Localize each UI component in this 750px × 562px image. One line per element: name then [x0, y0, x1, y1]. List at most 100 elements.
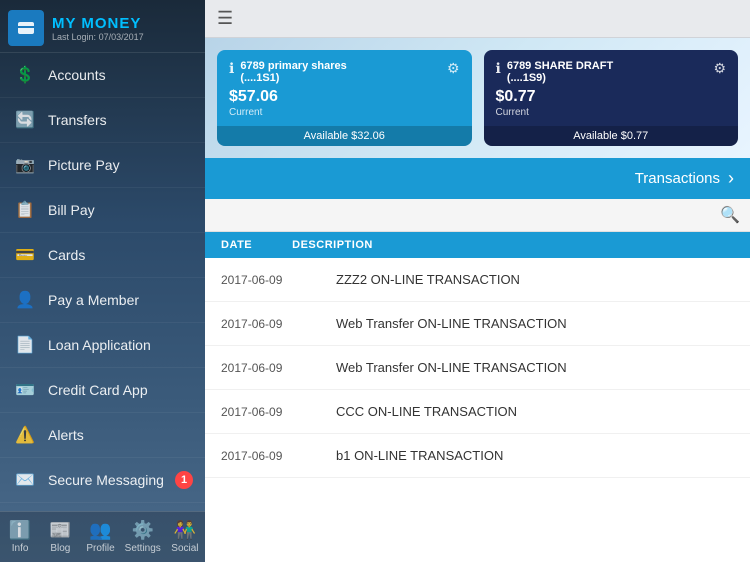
nav-icon-credit-card-app: 🪪 [12, 377, 38, 403]
sidebar-item-statements[interactable]: 📒 Statements [0, 503, 205, 511]
tx-date-2: 2017-06-09 [221, 361, 296, 375]
bottom-icon-profile: 👥 [89, 520, 111, 541]
search-bar: 🔍 [205, 199, 750, 232]
sidebar: MY MONEY Last Login: 07/03/2017 💲 Accoun… [0, 0, 205, 562]
col-date: DATE [221, 239, 252, 251]
bottom-item-blog[interactable]: 📰 Blog [40, 512, 80, 562]
nav-icon-transfers: 🔄 [12, 107, 38, 133]
draft-account-num: 6789 SHARE DRAFT [507, 60, 714, 72]
table-row: 2017-06-09 CCC ON-LINE TRANSACTION [205, 390, 750, 434]
nav-label-secure-messaging: Secure Messaging [48, 472, 175, 488]
transactions-label: Transactions [635, 170, 720, 187]
draft-account-suffix: (....1S9) [507, 72, 714, 84]
bottom-label-settings: Settings [125, 543, 161, 554]
bottom-icon-social: 👫 [174, 520, 196, 541]
primary-amount: $57.06 [229, 88, 460, 106]
search-icon[interactable]: 🔍 [720, 205, 740, 225]
tx-date-0: 2017-06-09 [221, 273, 296, 287]
sidebar-item-transfers[interactable]: 🔄 Transfers [0, 98, 205, 143]
info-icon-draft: ℹ [496, 60, 501, 77]
sidebar-item-cards[interactable]: 💳 Cards [0, 233, 205, 278]
last-login: Last Login: 07/03/2017 [52, 32, 144, 42]
sidebar-nav: 💲 Accounts 🔄 Transfers 📷 Picture Pay 📋 B… [0, 53, 205, 511]
table-row: 2017-06-09 b1 ON-LINE TRANSACTION [205, 434, 750, 478]
table-row: 2017-06-09 ZZZ2 ON-LINE TRANSACTION [205, 258, 750, 302]
nav-label-picture-pay: Picture Pay [48, 157, 193, 173]
hamburger-icon[interactable]: ☰ [217, 8, 233, 29]
tx-desc-1: Web Transfer ON-LINE TRANSACTION [336, 316, 734, 331]
draft-status: Current [496, 107, 727, 118]
primary-account-suffix: (....1S1) [240, 72, 447, 84]
sidebar-item-pay-member[interactable]: 👤 Pay a Member [0, 278, 205, 323]
nav-icon-pay-member: 👤 [12, 287, 38, 313]
sidebar-bottom: ℹ️ Info 📰 Blog 👥 Profile ⚙️ Settings 👫 S… [0, 511, 205, 562]
app-title-block: MY MONEY Last Login: 07/03/2017 [52, 15, 144, 42]
bottom-item-settings[interactable]: ⚙️ Settings [121, 512, 165, 562]
primary-account-card[interactable]: ℹ 6789 primary shares (....1S1) ⚙ $57.06… [217, 50, 472, 146]
bottom-label-info: Info [12, 543, 29, 554]
nav-icon-secure-messaging: ✉️ [12, 467, 38, 493]
nav-label-accounts: Accounts [48, 67, 193, 83]
tx-date-3: 2017-06-09 [221, 405, 296, 419]
bottom-label-blog: Blog [50, 543, 70, 554]
sidebar-header: MY MONEY Last Login: 07/03/2017 [0, 0, 205, 53]
tx-date-4: 2017-06-09 [221, 449, 296, 463]
sidebar-item-credit-card-app[interactable]: 🪪 Credit Card App [0, 368, 205, 413]
nav-label-pay-member: Pay a Member [48, 292, 193, 308]
main-content: ☰ ℹ 6789 primary shares (....1S1) ⚙ $57.… [205, 0, 750, 562]
gear-icon-draft[interactable]: ⚙ [713, 60, 726, 77]
app-title: MY MONEY [52, 15, 144, 32]
tx-date-1: 2017-06-09 [221, 317, 296, 331]
sidebar-item-picture-pay[interactable]: 📷 Picture Pay [0, 143, 205, 188]
transactions-bar[interactable]: Transactions › [205, 158, 750, 199]
primary-status: Current [229, 107, 460, 118]
bottom-label-profile: Profile [86, 543, 114, 554]
primary-available: Available $32.06 [217, 126, 472, 146]
primary-account-num: 6789 primary shares [240, 60, 447, 72]
info-icon-primary: ℹ [229, 60, 234, 77]
nav-icon-cards: 💳 [12, 242, 38, 268]
sidebar-item-loan-app[interactable]: 📄 Loan Application [0, 323, 205, 368]
nav-icon-picture-pay: 📷 [12, 152, 38, 178]
card-top-draft: ℹ 6789 SHARE DRAFT (....1S9) ⚙ [496, 60, 727, 84]
nav-label-credit-card-app: Credit Card App [48, 382, 193, 398]
card-top-primary: ℹ 6789 primary shares (....1S1) ⚙ [229, 60, 460, 84]
account-cards-area: ℹ 6789 primary shares (....1S1) ⚙ $57.06… [205, 38, 750, 158]
tx-desc-2: Web Transfer ON-LINE TRANSACTION [336, 360, 734, 375]
bottom-item-info[interactable]: ℹ️ Info [0, 512, 40, 562]
bottom-label-social: Social [171, 543, 198, 554]
nav-label-loan-app: Loan Application [48, 337, 193, 353]
table-header: DATE DESCRIPTION [205, 232, 750, 258]
draft-available: Available $0.77 [484, 126, 739, 146]
sidebar-item-alerts[interactable]: ⚠️ Alerts [0, 413, 205, 458]
sidebar-item-bill-pay[interactable]: 📋 Bill Pay [0, 188, 205, 233]
bottom-icon-info: ℹ️ [9, 520, 31, 541]
draft-amount: $0.77 [496, 88, 727, 106]
tx-desc-0: ZZZ2 ON-LINE TRANSACTION [336, 272, 734, 287]
gear-icon-primary[interactable]: ⚙ [447, 60, 460, 77]
bottom-icon-settings: ⚙️ [132, 520, 154, 541]
app-logo [8, 10, 44, 46]
transaction-list: 2017-06-09 ZZZ2 ON-LINE TRANSACTION 2017… [205, 258, 750, 562]
nav-label-cards: Cards [48, 247, 193, 263]
nav-icon-bill-pay: 📋 [12, 197, 38, 223]
nav-icon-alerts: ⚠️ [12, 422, 38, 448]
nav-label-transfers: Transfers [48, 112, 193, 128]
sidebar-item-secure-messaging[interactable]: ✉️ Secure Messaging 1 [0, 458, 205, 503]
nav-icon-accounts: 💲 [12, 62, 38, 88]
bottom-item-social[interactable]: 👫 Social [165, 512, 205, 562]
tx-desc-3: CCC ON-LINE TRANSACTION [336, 404, 734, 419]
nav-icon-loan-app: 📄 [12, 332, 38, 358]
col-description: DESCRIPTION [292, 239, 373, 251]
table-row: 2017-06-09 Web Transfer ON-LINE TRANSACT… [205, 346, 750, 390]
nav-label-alerts: Alerts [48, 427, 193, 443]
chevron-right-icon: › [728, 168, 734, 189]
bottom-item-profile[interactable]: 👥 Profile [80, 512, 120, 562]
nav-badge-secure-messaging: 1 [175, 471, 193, 489]
draft-account-card[interactable]: ℹ 6789 SHARE DRAFT (....1S9) ⚙ $0.77 Cur… [484, 50, 739, 146]
bottom-icon-blog: 📰 [49, 520, 71, 541]
sidebar-item-accounts[interactable]: 💲 Accounts [0, 53, 205, 98]
nav-label-bill-pay: Bill Pay [48, 202, 193, 218]
tx-desc-4: b1 ON-LINE TRANSACTION [336, 448, 734, 463]
topbar: ☰ [205, 0, 750, 38]
